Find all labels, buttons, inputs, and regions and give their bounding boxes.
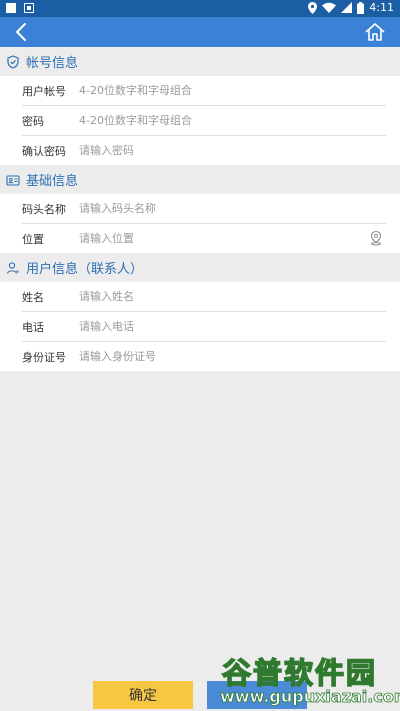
section-account-rows: 用户帐号 密码 确认密码 bbox=[0, 76, 400, 165]
section-user-rows: 姓名 电话 身份证号 bbox=[0, 282, 400, 371]
username-label: 用户帐号 bbox=[22, 84, 66, 98]
map-pin-icon[interactable] bbox=[368, 230, 384, 246]
wifi-icon bbox=[322, 2, 337, 13]
registration-form: 帐号信息 用户帐号 密码 确认密码 基础信息 码头名称 位置 bbox=[0, 47, 400, 371]
location-icon bbox=[308, 1, 318, 14]
status-time: 4:11 bbox=[369, 1, 394, 14]
name-input[interactable] bbox=[79, 290, 386, 303]
app-bar bbox=[0, 17, 400, 47]
name-label: 姓名 bbox=[22, 290, 44, 304]
username-input[interactable] bbox=[79, 84, 386, 97]
password-label: 密码 bbox=[22, 114, 44, 128]
id-number-label: 身份证号 bbox=[22, 350, 66, 364]
battery-icon bbox=[357, 1, 365, 14]
section-user-header: 用户信息（联系人） bbox=[0, 253, 400, 282]
location-label: 位置 bbox=[22, 232, 44, 246]
location-row: 位置 bbox=[22, 224, 386, 253]
section-basic-rows: 码头名称 位置 bbox=[0, 194, 400, 253]
dock-name-label: 码头名称 bbox=[22, 202, 66, 216]
phone-label: 电话 bbox=[22, 320, 44, 334]
id-number-input[interactable] bbox=[79, 350, 386, 363]
password-input[interactable] bbox=[79, 114, 386, 127]
id-card-icon bbox=[6, 174, 20, 186]
home-icon[interactable] bbox=[364, 21, 386, 43]
notification-square-icon bbox=[6, 3, 16, 13]
signal-icon bbox=[341, 2, 353, 13]
confirm-password-row: 确认密码 bbox=[22, 136, 386, 165]
phone-input[interactable] bbox=[79, 320, 386, 333]
id-number-row: 身份证号 bbox=[22, 342, 386, 371]
confirm-button[interactable]: 确定 bbox=[93, 681, 193, 709]
phone-row: 电话 bbox=[22, 312, 386, 342]
location-input[interactable] bbox=[79, 232, 386, 245]
notification-image-icon bbox=[24, 3, 34, 13]
section-user-title: 用户信息（联系人） bbox=[26, 262, 144, 277]
status-bar: 4:11 bbox=[0, 0, 400, 17]
name-row: 姓名 bbox=[22, 282, 386, 312]
section-account-header: 帐号信息 bbox=[0, 47, 400, 76]
user-icon bbox=[6, 261, 19, 274]
back-chevron-left-icon[interactable] bbox=[12, 22, 32, 42]
dock-name-row: 码头名称 bbox=[22, 194, 386, 224]
section-basic-title: 基础信息 bbox=[26, 174, 79, 189]
confirm-password-label: 确认密码 bbox=[22, 144, 66, 158]
section-basic-header: 基础信息 bbox=[0, 165, 400, 194]
shield-icon bbox=[7, 54, 19, 69]
secondary-button[interactable] bbox=[207, 681, 307, 709]
dock-name-input[interactable] bbox=[79, 202, 386, 215]
confirm-password-input[interactable] bbox=[79, 144, 386, 157]
section-account-title: 帐号信息 bbox=[26, 56, 79, 71]
username-row: 用户帐号 bbox=[22, 76, 386, 106]
password-row: 密码 bbox=[22, 106, 386, 136]
